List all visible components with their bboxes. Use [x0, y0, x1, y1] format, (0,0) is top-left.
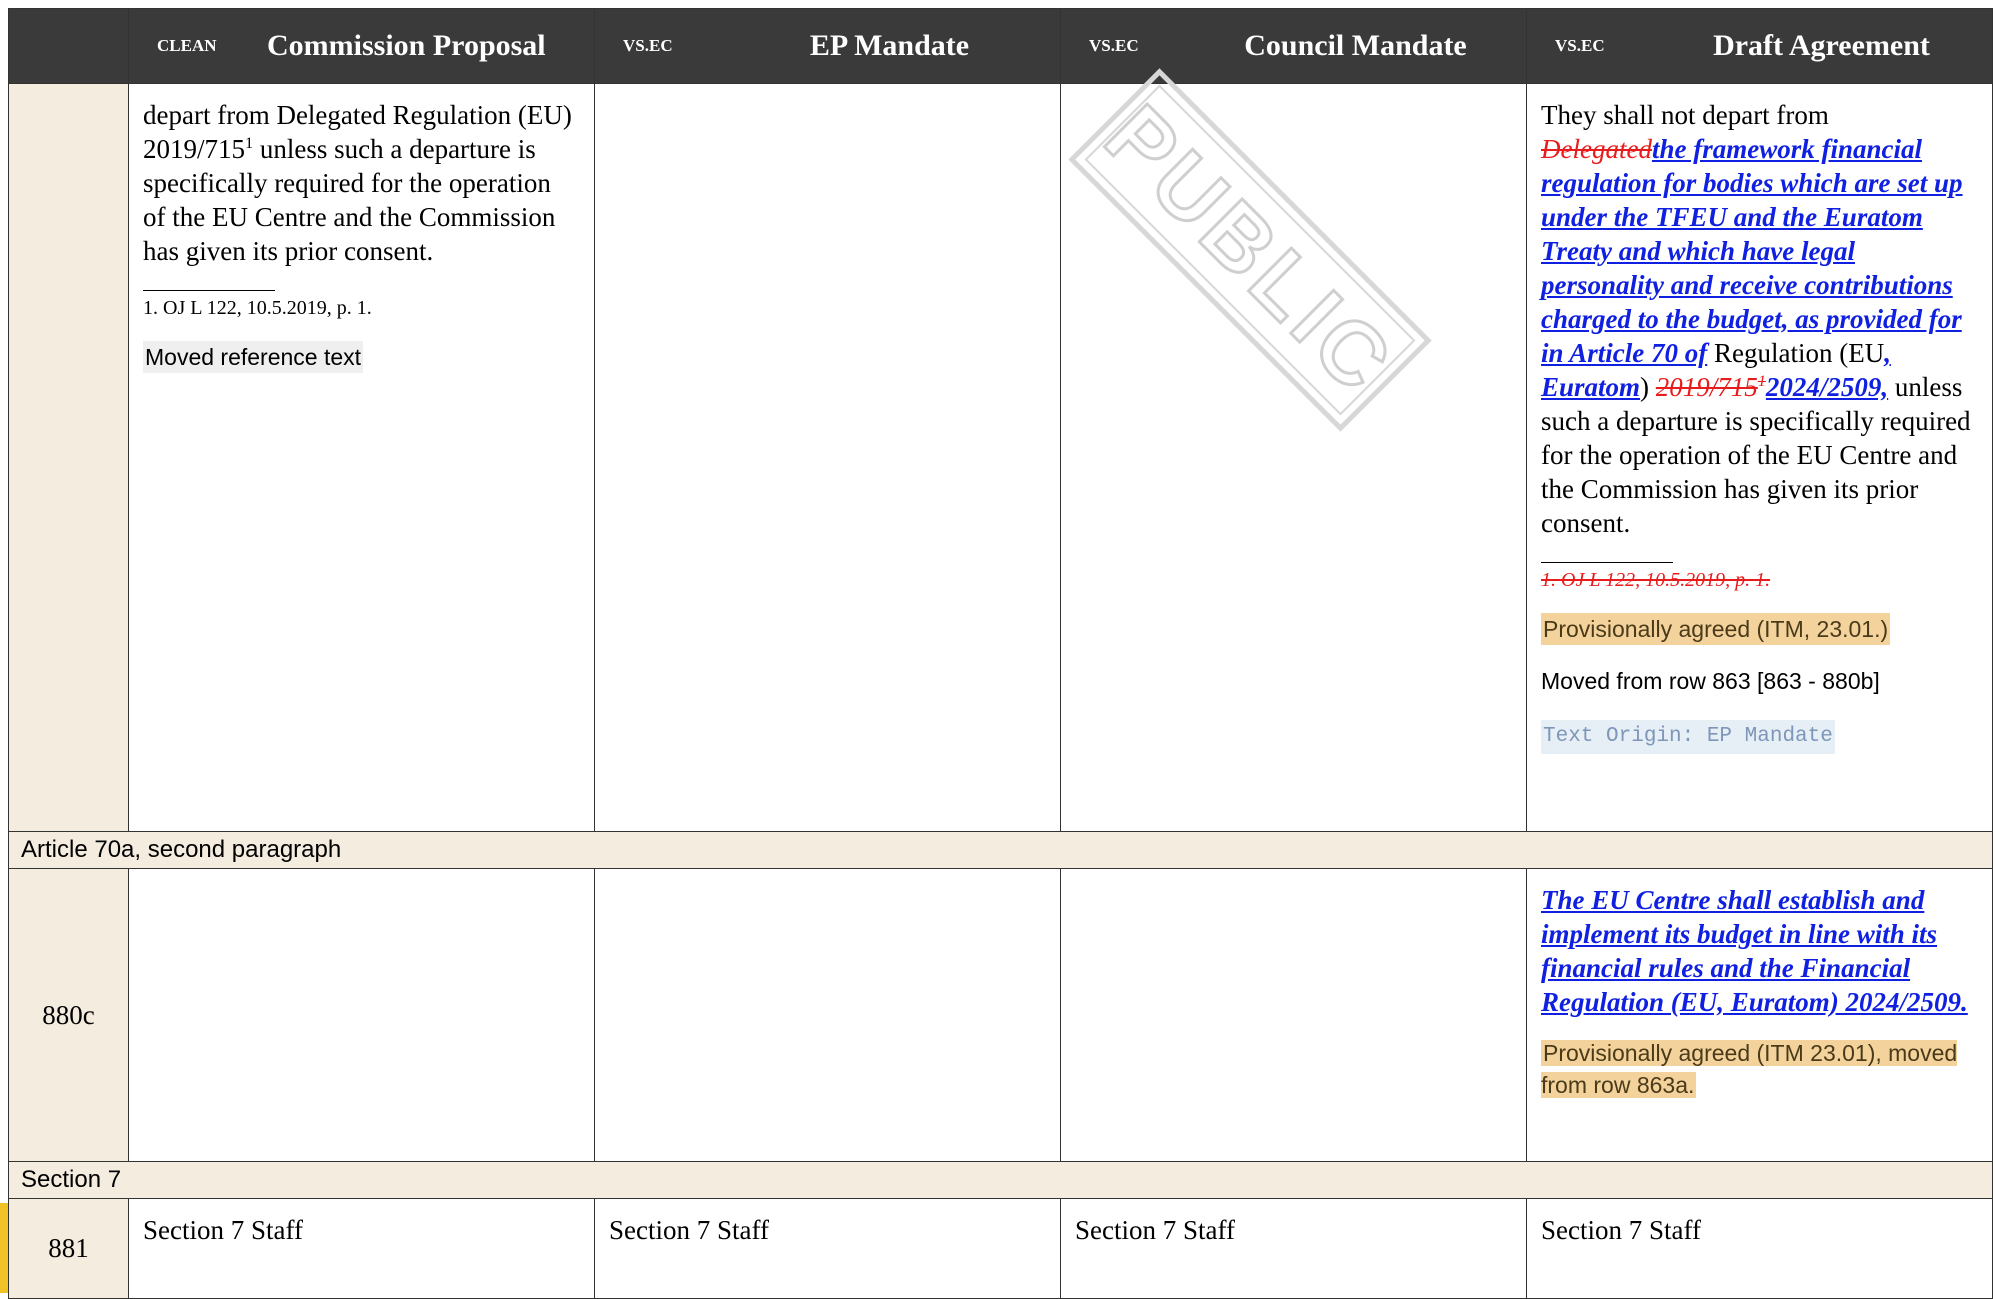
inserted-text: the framework financial regulation for b…	[1541, 134, 1963, 368]
ep-mandate-header: VS.EC EP Mandate	[594, 8, 1061, 84]
section-header-row: Section 7	[8, 1161, 1993, 1199]
row-number-cell: 881	[8, 1198, 129, 1299]
column-tag: CLEAN	[157, 36, 217, 55]
section-header-row: Article 70a, second paragraph	[8, 831, 1993, 869]
commission-proposal-cell	[128, 868, 595, 1162]
text-origin: Text Origin: EP Mandate	[1541, 720, 1835, 754]
row-number-header	[8, 8, 129, 84]
draft-agreement-cell: Section 7 Staff	[1526, 1198, 1993, 1299]
column-tag: VS.EC	[1089, 36, 1139, 55]
deleted-footnote: 1. OJ L 122, 10.5.2019, p. 1.	[1541, 569, 1771, 591]
column-tag: VS.EC	[1555, 36, 1605, 55]
section-label: Section 7	[8, 1161, 1993, 1199]
council-mandate-cell	[1060, 83, 1527, 832]
deleted-text: 2019/715	[1655, 372, 1758, 402]
status-note: Provisionally agreed (ITM 23.01), moved …	[1541, 1040, 1958, 1098]
table-row: 881 Section 7 Staff Section 7 Staff Sect…	[8, 1198, 1993, 1299]
column-title: Council Mandate	[1244, 29, 1467, 62]
deleted-footnote-marker: 1	[1757, 372, 1766, 390]
row-number-cell	[8, 83, 129, 832]
draft-agreement-cell: The EU Centre shall establish and implem…	[1526, 868, 1993, 1162]
ep-mandate-cell: Section 7 Staff	[594, 1198, 1061, 1299]
ep-mandate-cell	[594, 868, 1061, 1162]
inserted-text: 2024/2509,	[1765, 372, 1889, 402]
comparison-document: CLEAN Commission Proposal VS.EC EP Manda…	[0, 0, 1995, 1299]
inserted-text: The EU Centre shall establish and implem…	[1541, 885, 1968, 1017]
table-row: 880c The EU Centre shall establish and i…	[8, 868, 1993, 1162]
section-label: Article 70a, second paragraph	[8, 831, 1993, 869]
row-number-cell: 880c	[8, 868, 129, 1162]
commission-proposal-header: CLEAN Commission Proposal	[128, 8, 595, 84]
four-column-table: CLEAN Commission Proposal VS.EC EP Manda…	[8, 8, 1993, 1299]
status-note: Provisionally agreed (ITM, 23.01.)	[1541, 613, 1891, 645]
council-mandate-header: VS.EC Council Mandate	[1060, 8, 1527, 84]
column-title: Commission Proposal	[267, 29, 546, 62]
draft-agreement-cell: They shall not depart from Delegatedthe …	[1526, 83, 1993, 832]
deleted-text: Delegated	[1541, 134, 1652, 164]
table-header-row: CLEAN Commission Proposal VS.EC EP Manda…	[8, 8, 1993, 84]
commission-proposal-cell: depart from Delegated Regulation (EU) 20…	[128, 83, 595, 832]
council-mandate-cell	[1060, 868, 1527, 1162]
provision-text: They shall not depart from Delegatedthe …	[1541, 100, 1971, 538]
column-title: Draft Agreement	[1713, 29, 1930, 62]
column-tag: VS.EC	[623, 36, 673, 55]
commission-proposal-cell: Section 7 Staff	[128, 1198, 595, 1299]
council-mandate-cell: Section 7 Staff	[1060, 1198, 1527, 1299]
reference-note: Moved reference text	[143, 341, 364, 373]
row-highlight-bar	[0, 1203, 8, 1293]
footnote-rule	[1541, 562, 1673, 563]
draft-agreement-header: VS.EC Draft Agreement	[1526, 8, 1993, 84]
column-title: EP Mandate	[809, 29, 970, 62]
provision-text: depart from Delegated Regulation (EU) 20…	[143, 100, 572, 266]
footnote-marker: 1	[245, 134, 254, 152]
footnote: 1. OJ L 122, 10.5.2019, p. 1.	[143, 297, 372, 319]
table-row: depart from Delegated Regulation (EU) 20…	[8, 83, 1993, 832]
ep-mandate-cell	[594, 83, 1061, 832]
footnote-rule	[143, 290, 275, 291]
moved-note: Moved from row 863 [863 - 880b]	[1541, 668, 1880, 694]
